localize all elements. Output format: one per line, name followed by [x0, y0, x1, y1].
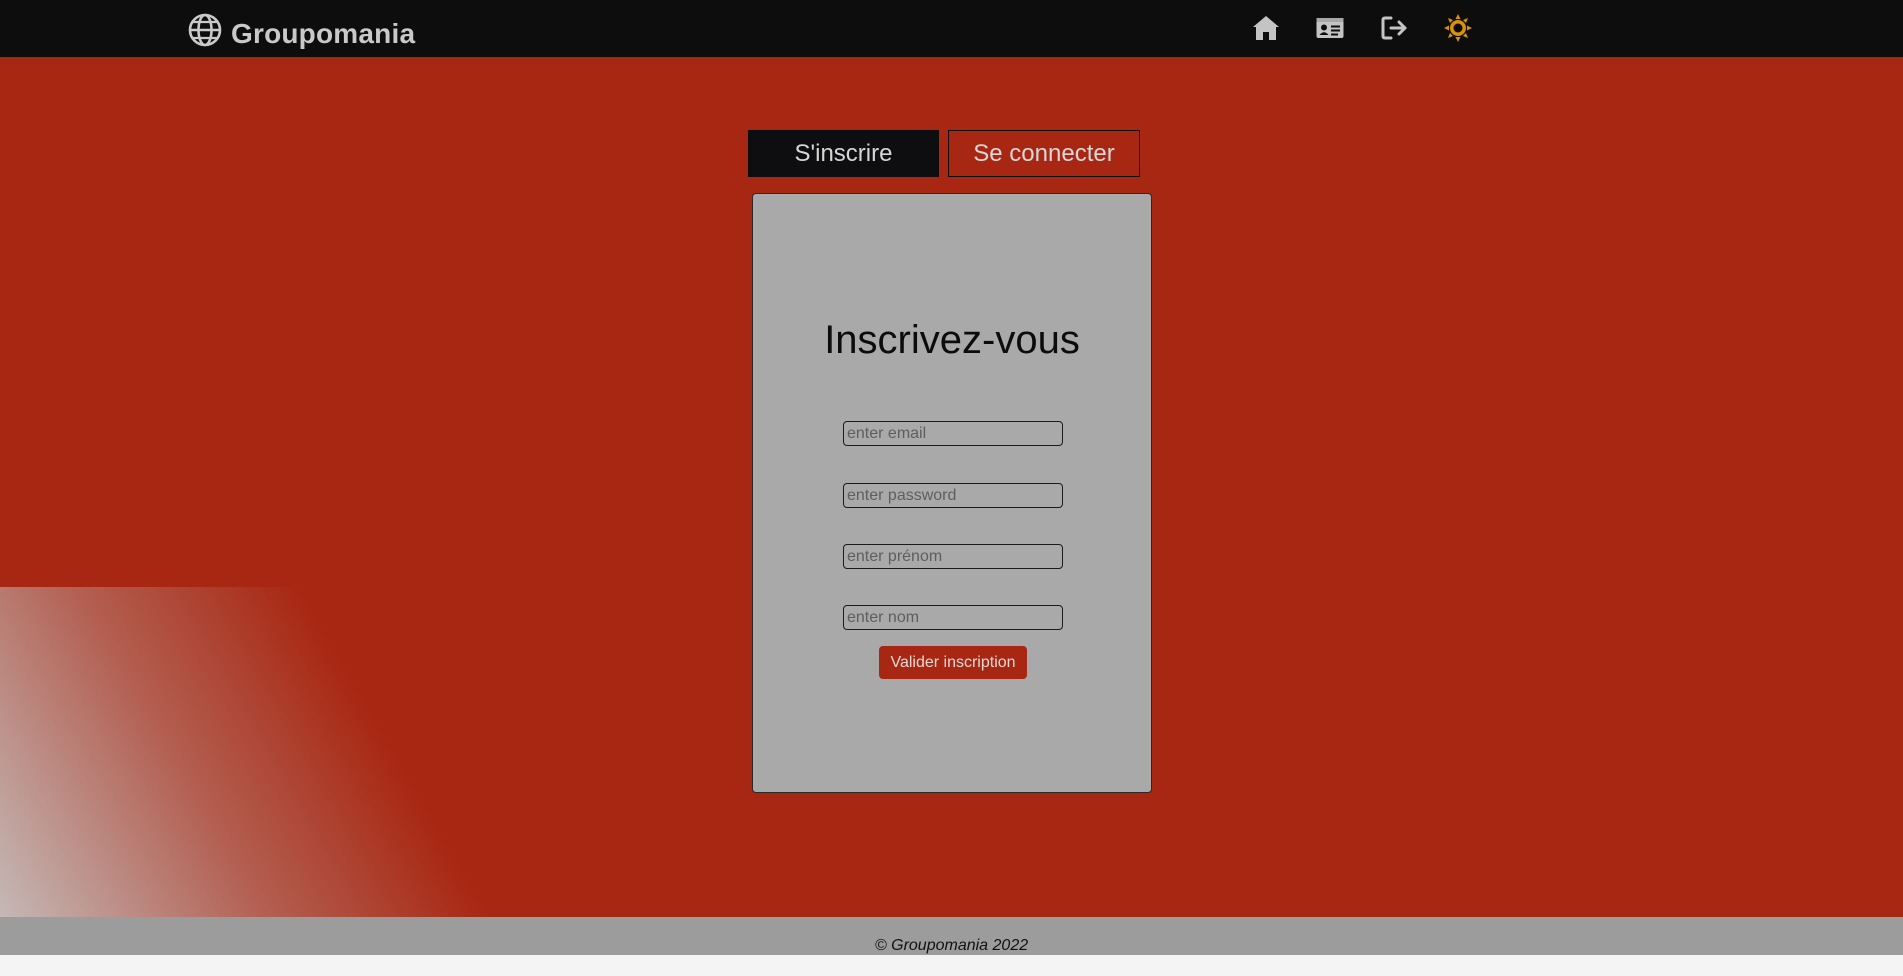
firstname-field[interactable] — [843, 544, 1063, 569]
brand-logo[interactable]: Groupomania — [187, 12, 415, 55]
submit-signup-button[interactable]: Valider inscription — [879, 646, 1027, 679]
profile-card-icon[interactable] — [1314, 12, 1346, 44]
logout-icon[interactable] — [1378, 12, 1410, 44]
globe-icon — [187, 12, 223, 55]
form-title: Inscrivez-vous — [824, 318, 1080, 362]
home-icon[interactable] — [1250, 12, 1282, 44]
tab-login[interactable]: Se connecter — [948, 130, 1140, 177]
password-field[interactable] — [843, 483, 1063, 508]
theme-sun-icon[interactable] — [1442, 12, 1474, 44]
tab-signup[interactable]: S'inscrire — [748, 130, 939, 177]
email-field[interactable] — [843, 421, 1063, 446]
main-area: S'inscrire Se connecter Inscrivez-vous V… — [0, 57, 1903, 917]
footer-copyright: © Groupomania 2022 — [874, 937, 1029, 954]
signup-card: Inscrivez-vous Valider inscription — [752, 193, 1152, 793]
brand-name: Groupomania — [231, 17, 416, 49]
lastname-field[interactable] — [843, 605, 1063, 630]
nav-icons — [1250, 12, 1474, 44]
background-gradient — [0, 587, 700, 917]
top-navbar: Groupomania — [0, 0, 1903, 57]
auth-tabs: S'inscrire Se connecter — [748, 130, 1140, 177]
footer: © Groupomania 2022 — [0, 917, 1903, 955]
